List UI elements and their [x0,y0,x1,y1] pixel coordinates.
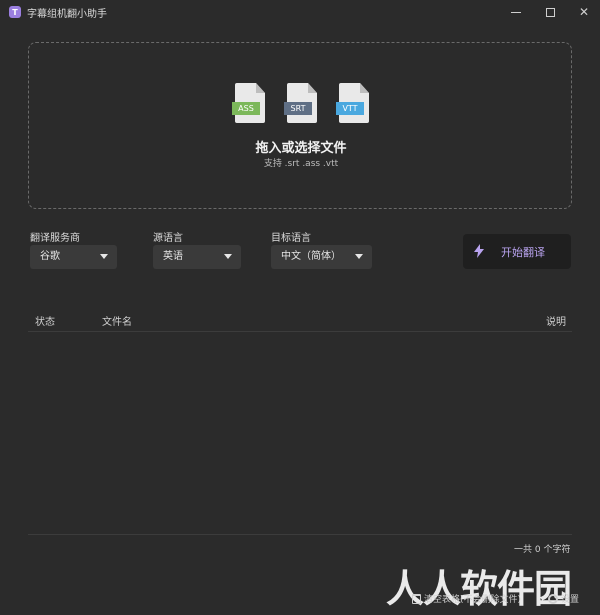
ass-file-icon: ASS [232,83,265,123]
source-language-value: 英语 [163,251,183,262]
drop-zone-title: 拖入或选择文件 [255,141,347,156]
gear-icon [548,593,558,604]
caret-down-icon [224,254,232,259]
vtt-file-icon: VTT [336,83,369,123]
target-language-value: 中文（简体） [281,251,341,262]
column-header-status[interactable]: 状态 [35,313,55,328]
maximize-button[interactable] [532,0,568,24]
ass-file-tag: ASS [232,102,260,115]
target-language-label: 目标语言 [271,233,311,244]
title-bar: T 字幕组机翻小助手 ✕ [0,0,600,24]
provider-label: 翻译服务商 [30,233,80,244]
minimize-button[interactable] [498,0,534,24]
clear-table-label: 清空表格(不会删除文件) [424,595,522,605]
minimize-icon [511,12,521,13]
file-type-icons: ASS SRT VTT [229,83,373,127]
column-header-description[interactable]: 说明 [546,313,566,328]
source-language-label: 源语言 [153,233,183,244]
maximize-icon [545,7,555,17]
settings-label: 设置 [561,595,580,605]
window-title: 字幕组机翻小助手 [27,9,107,20]
close-icon: ✕ [578,5,590,19]
provider-select[interactable]: 谷歌 [30,245,117,269]
caret-down-icon [100,254,108,259]
footer-divider [28,534,572,535]
character-count: 一共 0 个字符 [514,545,571,555]
clear-table-button[interactable]: 清空表格(不会删除文件) [412,592,521,605]
drop-zone-subtitle: 支持 .srt .ass .vtt [263,159,339,169]
srt-file-tag: SRT [284,102,312,115]
provider-value: 谷歌 [40,251,60,262]
start-translation-button[interactable]: 开始翻译 [463,234,571,269]
target-language-select[interactable]: 中文（简体） [271,245,372,269]
table-header-divider [28,331,572,332]
srt-file-icon: SRT [284,83,317,123]
file-drop-zone[interactable]: ASS SRT VTT 拖入或选择文件 支持 .srt .ass .vtt [28,42,572,209]
close-button[interactable]: ✕ [566,0,600,24]
app-icon: T [9,6,21,18]
start-translation-label: 开始翻译 [501,246,545,259]
column-header-filename[interactable]: 文件名 [102,313,132,328]
caret-down-icon [355,254,363,259]
vtt-file-tag: VTT [336,102,364,115]
settings-button[interactable]: 设置 [548,592,579,605]
source-language-select[interactable]: 英语 [153,245,241,269]
lightning-icon [474,244,484,258]
trash-icon [412,593,421,604]
